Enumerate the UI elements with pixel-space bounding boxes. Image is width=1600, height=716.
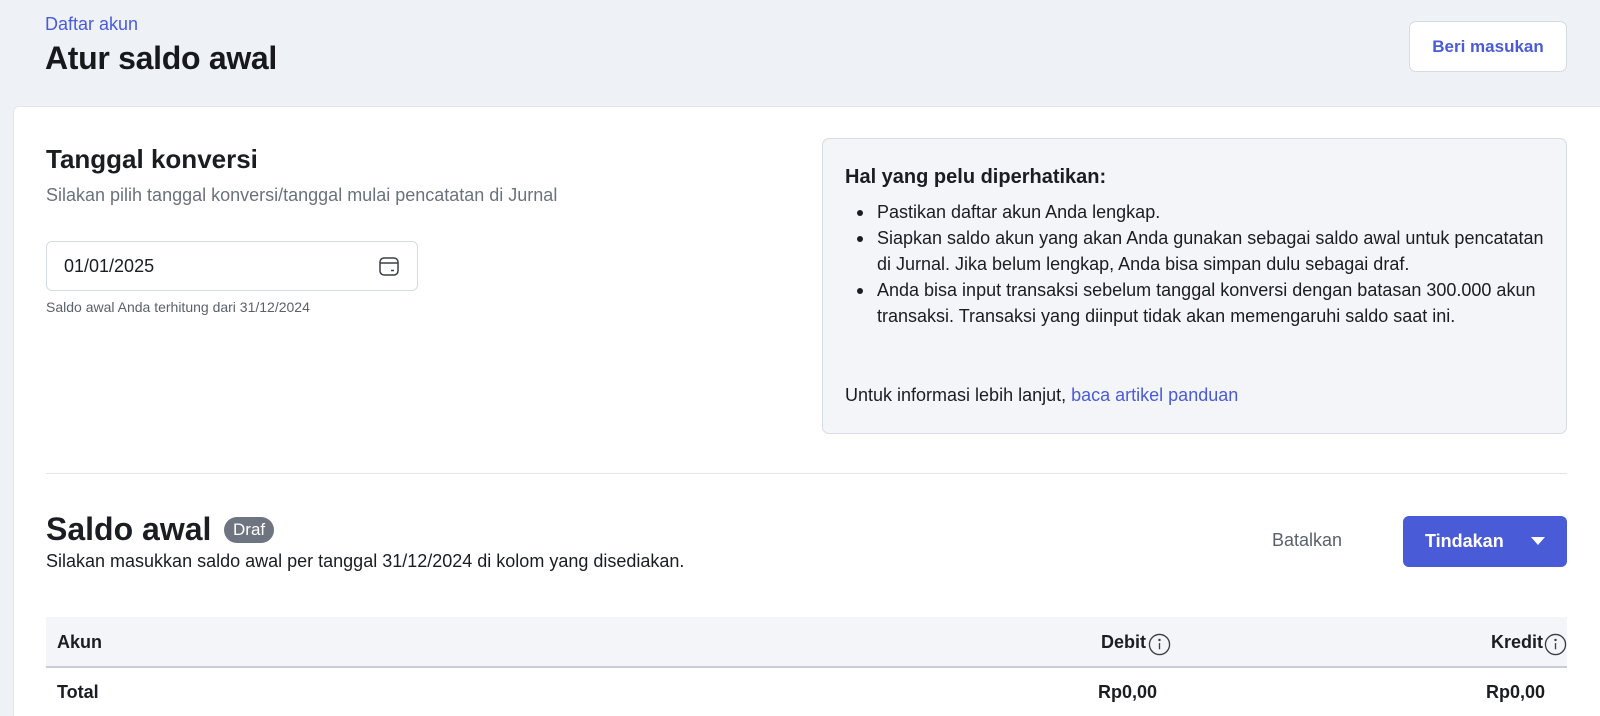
conversion-date-field[interactable] <box>46 241 418 291</box>
info-more-prefix: Untuk informasi lebih lanjut, <box>845 385 1067 405</box>
actions-dropdown-button[interactable]: Tindakan <box>1403 516 1567 567</box>
column-header-akun: Akun <box>57 632 102 652</box>
guide-article-link[interactable]: baca artikel panduan <box>1071 385 1238 405</box>
conversion-date-input[interactable] <box>64 255 344 277</box>
conversion-subtitle: Silakan pilih tanggal konversi/tanggal m… <box>46 185 558 205</box>
info-item: Anda bisa input transaksi sebelum tangga… <box>845 277 1545 329</box>
opening-balance-title: Saldo awal <box>46 511 212 547</box>
info-item: Siapkan saldo akun yang akan Anda gunaka… <box>845 225 1545 277</box>
info-icon[interactable] <box>1148 633 1171 656</box>
breadcrumb-daftar-akun[interactable]: Daftar akun <box>45 14 138 35</box>
table-header: Akun Debit Kredit <box>46 617 1567 668</box>
total-kredit: Rp0,00 <box>1485 682 1545 702</box>
section-divider <box>46 473 1567 474</box>
feedback-button[interactable]: Beri masukan <box>1409 21 1567 72</box>
page-header: Daftar akun Atur saldo awal Beri masukan <box>0 0 1600 106</box>
total-debit: Rp0,00 <box>1097 682 1157 702</box>
opening-balance-table: Akun Debit Kredit Total Rp0,00 Rp0,00 <box>46 617 1567 716</box>
info-more-text: Untuk informasi lebih lanjut, baca artik… <box>845 385 1238 406</box>
info-list: Pastikan daftar akun Anda lengkap. Siapk… <box>845 199 1545 329</box>
chevron-down-icon <box>1531 537 1545 545</box>
info-item: Pastikan daftar akun Anda lengkap. <box>845 199 1545 225</box>
conversion-title: Tanggal konversi <box>46 144 258 174</box>
calendar-icon[interactable] <box>377 254 401 278</box>
page-title: Atur saldo awal <box>45 40 278 76</box>
total-label: Total <box>57 682 99 702</box>
info-title: Hal yang pelu diperhatikan: <box>845 166 1107 188</box>
conversion-date-helper: Saldo awal Anda terhitung dari 31/12/202… <box>46 299 310 315</box>
main-card: Tanggal konversi Silakan pilih tanggal k… <box>13 106 1600 716</box>
column-header-kredit: Kredit <box>1490 632 1543 652</box>
column-header-debit: Debit <box>1101 632 1146 652</box>
table-row: Total Rp0,00 Rp0,00 <box>46 668 1567 716</box>
info-icon[interactable] <box>1544 633 1567 656</box>
status-badge: Draf <box>224 517 275 543</box>
actions-button-label: Tindakan <box>1425 531 1504 551</box>
opening-balance-subtitle: Silakan masukkan saldo awal per tanggal … <box>46 551 685 571</box>
info-box: Hal yang pelu diperhatikan: Pastikan daf… <box>822 138 1567 434</box>
cancel-button[interactable]: Batalkan <box>1272 530 1342 551</box>
